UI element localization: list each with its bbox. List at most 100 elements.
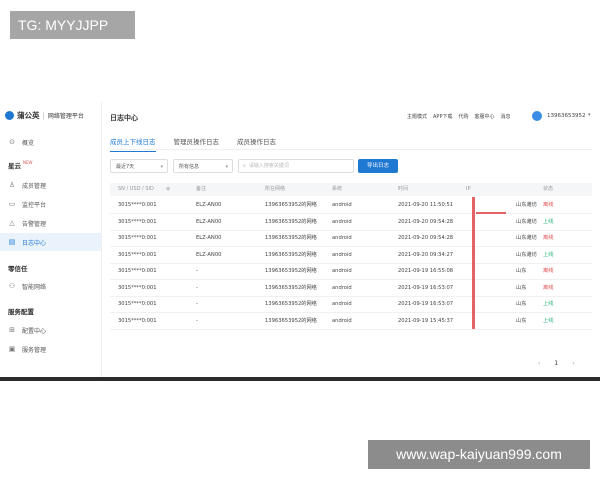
members-icon: ♙ bbox=[8, 181, 16, 189]
cell-status: 离线 bbox=[543, 268, 554, 274]
cell-network: 13963653952的网络 bbox=[265, 235, 317, 241]
sidebar-item-service-management[interactable]: ▣ 服务管理 bbox=[0, 340, 101, 358]
table-row[interactable]: 3015****0:001 - 13963653952的网络 android 2021-… bbox=[110, 263, 592, 280]
sidebar-item-monitor[interactable]: ▭ 监控平台 bbox=[0, 195, 101, 213]
prev-page-button[interactable]: ‹ bbox=[538, 360, 540, 367]
sidebar-item-label: 智能网络 bbox=[22, 283, 47, 291]
sidebar-item-overview[interactable]: ⊙ 概览 bbox=[0, 133, 101, 151]
menu-app-download[interactable]: APP下载 bbox=[433, 113, 452, 120]
cell-sn: 3015****0:001 bbox=[118, 218, 157, 225]
cell-ip: 山东 bbox=[516, 268, 527, 274]
tab-divider bbox=[110, 149, 592, 150]
cell-note: ELZ-AN00 bbox=[196, 202, 222, 208]
table-row[interactable]: 3015****0:001 - 13963653952的网络 android 2021-… bbox=[110, 296, 592, 313]
sidebar-group-xingyun: 星云 NEW bbox=[8, 160, 32, 170]
cell-time: 2021-09-19 16:53:07 bbox=[398, 301, 454, 307]
cell-note: - bbox=[196, 317, 198, 324]
cell-status: 上线 bbox=[543, 251, 554, 258]
cell-system: android bbox=[332, 268, 352, 274]
cell-time: 2021-09-19 15:45:37 bbox=[398, 317, 454, 324]
table-row[interactable]: 3015****0:001 - 13963653952的网络 android 2021-… bbox=[110, 313, 592, 330]
menu-messages[interactable]: 消息 bbox=[501, 113, 511, 120]
redaction-mark bbox=[472, 197, 475, 329]
cell-time: 2021-09-20 09:54:28 bbox=[398, 235, 454, 241]
col-network: 所在网络 bbox=[265, 186, 286, 192]
cell-time: 2021-09-19 16:55:08 bbox=[398, 268, 454, 274]
chevron-down-icon: ▾ bbox=[225, 164, 228, 170]
taskbar-strip bbox=[0, 377, 600, 381]
cell-note: ELZ-AN00 bbox=[196, 235, 222, 241]
col-note: 备注 bbox=[196, 186, 207, 192]
sidebar-item-label: 日志中心 bbox=[22, 239, 47, 247]
info-type-select[interactable]: 所有信息 ▾ bbox=[173, 159, 233, 173]
new-badge: NEW bbox=[23, 160, 33, 165]
col-time: 时间 bbox=[398, 186, 409, 192]
time-range-value: 最近7天 bbox=[116, 164, 135, 170]
col-status: 状态 bbox=[543, 186, 554, 192]
table-row[interactable]: 3015****0:001 ELZ-AN00 13963653952的网络 andro… bbox=[110, 247, 592, 264]
cell-sn: 3015****0:001 bbox=[118, 268, 157, 274]
top-menu: 主题模式 APP下载 代购 客服中心 消息 bbox=[407, 113, 511, 120]
cell-sn: 3015****0:001 bbox=[118, 251, 157, 258]
app-window: 蒲公英 | 网络管理平台 ⊙ 概览 星云 NEW ♙ 成员管理 ▭ 监控平台 △ … bbox=[0, 102, 600, 377]
cell-time: 2021-09-20 09:54:28 bbox=[398, 218, 454, 225]
config-icon: ⊞ bbox=[9, 326, 15, 334]
cell-system: android bbox=[332, 202, 352, 208]
alarm-icon: △ bbox=[9, 219, 15, 227]
current-page[interactable]: 1 bbox=[554, 360, 558, 367]
eye-icon[interactable]: ◉ bbox=[166, 183, 170, 196]
user-account[interactable]: 13963653952 bbox=[547, 113, 586, 119]
col-system: 系统 bbox=[332, 186, 343, 192]
export-log-button[interactable]: 导出日志 bbox=[358, 159, 398, 173]
cell-ip: 山东潍坊 bbox=[516, 251, 537, 258]
cell-status: 离线 bbox=[543, 235, 554, 241]
sidebar-item-label: 成员管理 bbox=[22, 182, 47, 190]
overview-icon: ⊙ bbox=[9, 138, 15, 146]
cell-note: ELZ-AN00 bbox=[196, 251, 222, 258]
cell-time: 2021-09-19 16:53:07 bbox=[398, 284, 454, 291]
cell-time: 2021-09-20 09:34:27 bbox=[398, 251, 454, 258]
cell-network: 13963653952的网络 bbox=[265, 268, 317, 274]
col-ip: IP bbox=[466, 186, 471, 192]
brand[interactable]: 蒲公英 | 网络管理平台 bbox=[5, 110, 84, 121]
cell-system: android bbox=[332, 317, 352, 324]
sidebar-item-label: 告警管理 bbox=[22, 220, 47, 228]
sidebar-item-alarm[interactable]: △ 告警管理 bbox=[0, 214, 101, 232]
search-placeholder: 请输入搜索关键词 bbox=[248, 163, 289, 169]
sidebar-group-label: 星云 bbox=[8, 162, 21, 170]
cell-status: 上线 bbox=[543, 218, 554, 225]
network-icon: ⚇ bbox=[8, 282, 16, 290]
cell-network: 13963653952的网络 bbox=[265, 202, 317, 208]
cell-sn: 3015****0:001 bbox=[118, 202, 157, 208]
sidebar-group-service: 服务配置 bbox=[8, 306, 34, 316]
cell-ip: 山东潍坊 bbox=[516, 202, 537, 208]
sidebar-item-label: 概览 bbox=[22, 139, 35, 147]
next-page-button[interactable]: › bbox=[572, 360, 574, 367]
cell-system: android bbox=[332, 301, 352, 307]
cell-network: 13963653952的网络 bbox=[265, 317, 317, 324]
table-row[interactable]: 3015****0:001 ELZ-AN00 13963653952的网络 andro… bbox=[110, 214, 592, 231]
cell-ip: 山东潍坊 bbox=[516, 235, 537, 241]
table-header: SN / USD / SID ◉ 备注 所在网络 系统 时间 IP 状态 bbox=[110, 183, 592, 196]
cell-note: ELZ-AN00 bbox=[196, 218, 222, 225]
sidebar: 蒲公英 | 网络管理平台 ⊙ 概览 星云 NEW ♙ 成员管理 ▭ 监控平台 △ … bbox=[0, 102, 102, 377]
sidebar-item-config-center[interactable]: ⊞ 配置中心 bbox=[0, 321, 101, 339]
cell-sn: 3015****0:001 bbox=[118, 317, 157, 324]
chevron-down-icon: ▾ bbox=[160, 164, 163, 170]
chevron-down-icon[interactable]: ▾ bbox=[588, 112, 591, 118]
time-range-select[interactable]: 最近7天 ▾ bbox=[110, 159, 168, 173]
menu-purchase[interactable]: 代购 bbox=[458, 113, 468, 120]
watermark-bottom: www.wap-kaiyuan999.com bbox=[368, 440, 590, 469]
menu-theme-mode[interactable]: 主题模式 bbox=[407, 113, 427, 120]
sidebar-item-log-center[interactable]: ▤ 日志中心 bbox=[0, 233, 101, 251]
table-row[interactable]: 3015****0:001 ELZ-AN00 13963653952的网络 andro… bbox=[110, 230, 592, 247]
sidebar-item-label: 服务管理 bbox=[22, 346, 47, 354]
avatar[interactable] bbox=[532, 111, 542, 121]
menu-support-center[interactable]: 客服中心 bbox=[474, 113, 494, 120]
cell-network: 13963653952的网络 bbox=[265, 301, 317, 307]
search-input[interactable]: ⌕ 请输入搜索关键词 bbox=[238, 159, 354, 173]
table-row[interactable]: 3015****0:001 ELZ-AN00 13963653952的网络 andro… bbox=[110, 197, 592, 214]
sidebar-item-members[interactable]: ♙ 成员管理 bbox=[0, 176, 101, 194]
sidebar-item-smart-network[interactable]: ⚇ 智能网络 bbox=[0, 277, 101, 295]
table-row[interactable]: 3015****0:001 - 13963653952的网络 android 2021-… bbox=[110, 280, 592, 297]
